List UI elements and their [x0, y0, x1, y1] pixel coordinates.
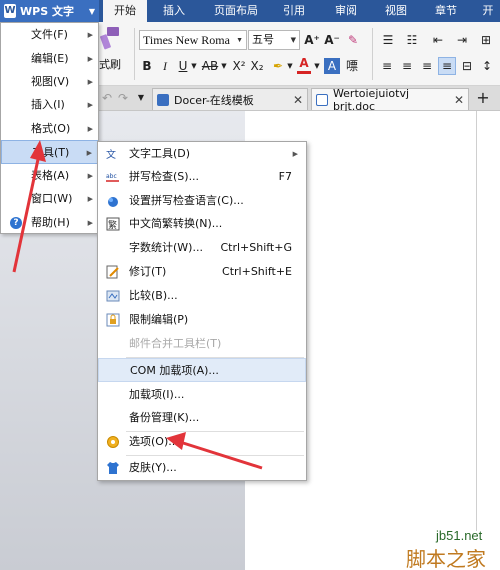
red-arrow-icon: [166, 432, 263, 470]
annotation-arrows: [12, 140, 263, 470]
watermark-url: jb51.net: [436, 528, 483, 543]
red-arrow-icon: [12, 140, 46, 273]
watermark-text: 脚本之家: [406, 547, 486, 570]
